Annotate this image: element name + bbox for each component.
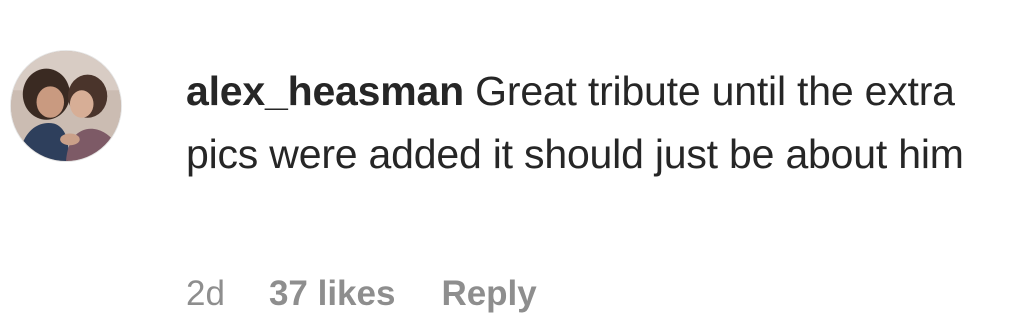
comment-timestamp[interactable]: 2d: [186, 274, 225, 314]
likes-button[interactable]: 37 likes: [269, 274, 396, 314]
comment-username[interactable]: alex_heasman: [186, 68, 464, 114]
avatar[interactable]: [10, 50, 122, 162]
comment: alex_heasman Great tribute until the ext…: [0, 0, 1024, 331]
profile-photo-icon: [11, 51, 121, 161]
comment-body: alex_heasman Great tribute until the ext…: [186, 60, 1006, 186]
reply-button[interactable]: Reply: [441, 274, 536, 314]
comment-actions: 2d 37 likes Reply: [186, 272, 537, 316]
